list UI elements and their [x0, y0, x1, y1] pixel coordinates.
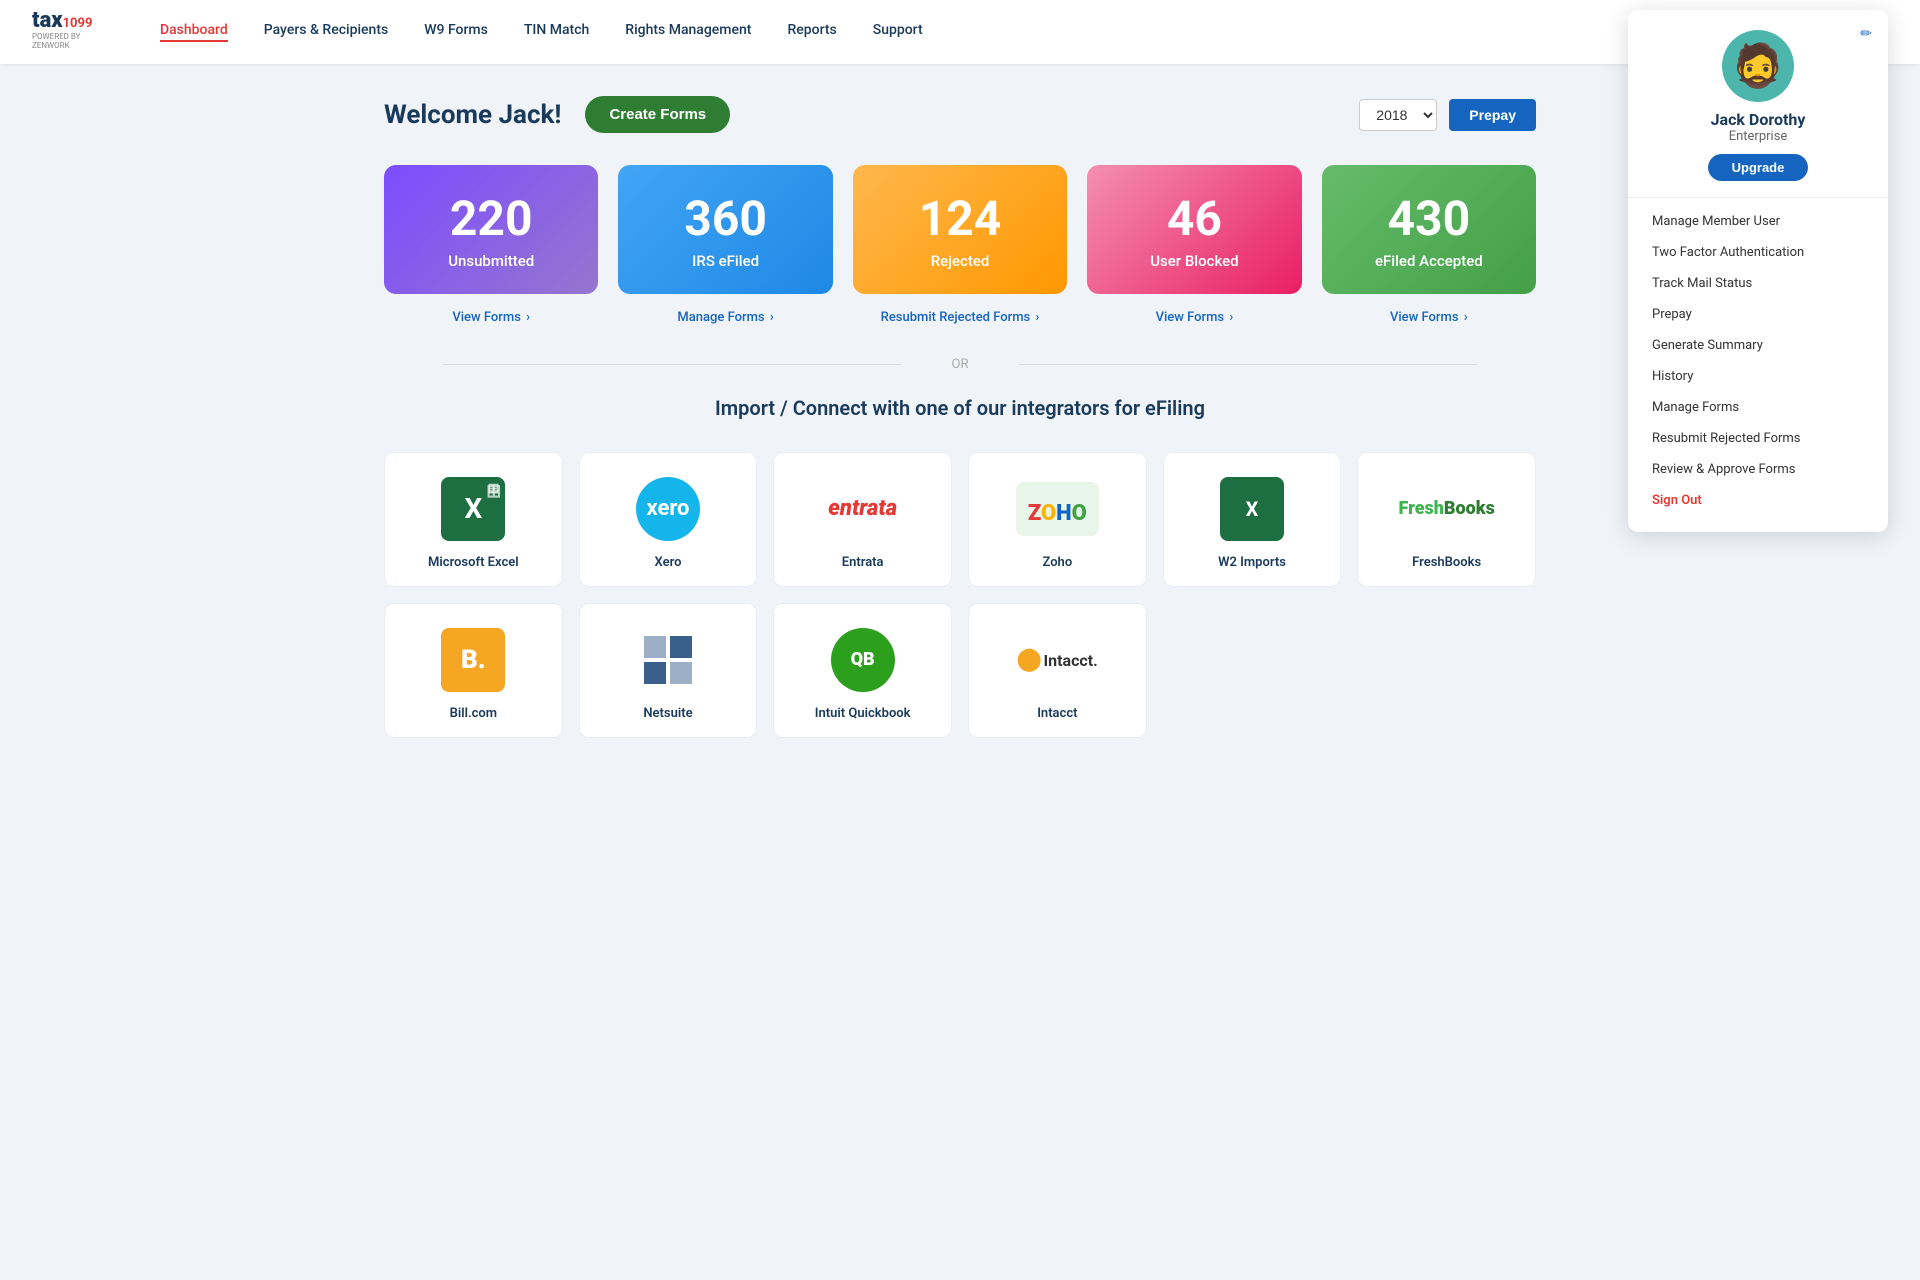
integrator-card-microsoft-excel[interactable]: X⊞ Microsoft Excel — [384, 452, 563, 587]
nav-link-tinmatch[interactable]: TIN Match — [524, 22, 589, 42]
dropdown-menu-items: Manage Member UserTwo Factor Authenticat… — [1628, 198, 1888, 516]
edit-icon[interactable]: ✏ — [1860, 26, 1872, 42]
integrator-name-freshbooks: FreshBooks — [1412, 555, 1481, 570]
stat-link-unsubmitted[interactable]: View Forms › — [384, 310, 598, 325]
logo-tax: tax — [32, 8, 63, 33]
integrator-name-billcom: Bill.com — [450, 706, 498, 721]
dropdown-user-name: Jack Dorothy — [1711, 110, 1806, 129]
upgrade-button[interactable]: Upgrade — [1708, 154, 1809, 181]
welcome-left: Welcome Jack! Create Forms — [384, 96, 730, 133]
xero-icon: xero — [636, 477, 700, 541]
stat-label-user-blocked: User Blocked — [1107, 252, 1281, 270]
stats-row: 220 Unsubmitted 360 IRS eFiled 124 Rejec… — [384, 165, 1536, 294]
integrators-row-1: X⊞ Microsoft Excel xero Xero entrata Ent… — [384, 452, 1536, 587]
netsuite-icon — [640, 628, 696, 692]
dropdown-item-history[interactable]: History — [1628, 361, 1888, 392]
integrator-card-intuit-quickbook[interactable]: QB Intuit Quickbook — [773, 603, 952, 738]
dropdown-item-prepay[interactable]: Prepay — [1628, 299, 1888, 330]
dropdown-item-review-approve[interactable]: Review & Approve Forms — [1628, 454, 1888, 485]
stat-label-irs-efiled: IRS eFiled — [638, 252, 812, 270]
integrator-card-freshbooks[interactable]: FreshBooks FreshBooks — [1357, 452, 1536, 587]
import-section-title: Import / Connect with one of our integra… — [384, 396, 1536, 420]
dropdown-item-manage-forms[interactable]: Manage Forms — [1628, 392, 1888, 423]
nav-links: Dashboard Payers & Recipients W9 Forms TIN … — [160, 22, 1848, 42]
stat-link-user-blocked[interactable]: View Forms › — [1087, 310, 1301, 325]
dropdown-item-resubmit-rejected[interactable]: Resubmit Rejected Forms — [1628, 423, 1888, 454]
integrator-name-intacct: Intacct — [1037, 706, 1077, 721]
dropdown-item-manage-member-user[interactable]: Manage Member User — [1628, 206, 1888, 237]
stat-card-rejected: 124 Rejected — [853, 165, 1067, 294]
create-forms-button[interactable]: Create Forms — [585, 96, 730, 133]
dropdown-item-generate-summary[interactable]: Generate Summary — [1628, 330, 1888, 361]
stats-links-row: View Forms › Manage Forms › Resubmit Rejec… — [384, 310, 1536, 325]
stat-card-irs-efiled: 360 IRS eFiled — [618, 165, 832, 294]
nav-link-dashboard[interactable]: Dashboard — [160, 22, 228, 42]
nav-link-support[interactable]: Support — [873, 22, 923, 42]
dropdown-user-role: Enterprise — [1729, 129, 1788, 144]
user-dropdown-menu: ✏ 🧔 Jack Dorothy Enterprise Upgrade Mana… — [1628, 10, 1888, 532]
entrata-icon: entrata — [828, 477, 897, 541]
stat-link-rejected[interactable]: Resubmit Rejected Forms › — [853, 310, 1067, 325]
stat-card-efiled-accepted: 430 eFiled Accepted — [1322, 165, 1536, 294]
logo-1099: 1099 — [63, 16, 93, 31]
integrator-name-netsuite: Netsuite — [643, 706, 692, 721]
integrator-card-xero[interactable]: xero Xero — [579, 452, 758, 587]
dropdown-item-two-factor-auth[interactable]: Two Factor Authentication — [1628, 237, 1888, 268]
stat-number-user-blocked: 46 — [1107, 193, 1281, 246]
integrator-card-entrata[interactable]: entrata Entrata — [773, 452, 952, 587]
integrator-name-microsoft-excel: Microsoft Excel — [428, 555, 519, 570]
main-content: Welcome Jack! Create Forms 2018 2017 Pre… — [360, 64, 1560, 770]
stat-label-rejected: Rejected — [873, 252, 1047, 270]
w2-icon: X — [1220, 477, 1284, 541]
nav-link-reports[interactable]: Reports — [787, 22, 836, 42]
integrators-row-2: B. Bill.com Netsuite QB Intuit Quickbook… — [384, 603, 1536, 738]
stat-number-unsubmitted: 220 — [404, 193, 578, 246]
header-right: 2018 2017 Prepay — [1359, 99, 1536, 131]
excel-icon: X⊞ — [441, 477, 505, 541]
dropdown-avatar: 🧔 — [1722, 30, 1794, 102]
nav-link-rights[interactable]: Rights Management — [625, 22, 751, 42]
year-select[interactable]: 2018 2017 — [1359, 99, 1437, 131]
logo: tax1099 POWERED BY ZENWORK — [32, 10, 112, 54]
freshbooks-icon: FreshBooks — [1398, 477, 1494, 541]
integrator-name-intuit-quickbook: Intuit Quickbook — [815, 706, 911, 721]
stat-number-rejected: 124 — [873, 193, 1047, 246]
stat-label-efiled-accepted: eFiled Accepted — [1342, 252, 1516, 270]
stat-link-efiled-accepted[interactable]: View Forms › — [1322, 310, 1536, 325]
header-row: Welcome Jack! Create Forms 2018 2017 Pre… — [384, 96, 1536, 133]
quickbooks-icon: QB — [831, 628, 895, 692]
dropdown-item-sign-out[interactable]: Sign Out — [1628, 485, 1888, 516]
integrator-card-billcom[interactable]: B. Bill.com — [384, 603, 563, 738]
stat-card-unsubmitted: 220 Unsubmitted — [384, 165, 598, 294]
or-divider: OR — [384, 357, 1536, 372]
welcome-text: Welcome Jack! — [384, 100, 561, 130]
logo-zenwork: POWERED BY ZENWORK — [32, 32, 112, 50]
billcom-icon: B. — [441, 628, 505, 692]
stat-card-user-blocked: 46 User Blocked — [1087, 165, 1301, 294]
integrator-name-w2imports: W2 Imports — [1218, 555, 1286, 570]
nav-link-payers[interactable]: Payers & Recipients — [264, 22, 388, 42]
dropdown-avatar-section: 🧔 Jack Dorothy Enterprise Upgrade — [1628, 30, 1888, 198]
integrator-name-zoho: Zoho — [1042, 555, 1072, 570]
integrator-card-zoho[interactable]: ZOHO Zoho — [968, 452, 1147, 587]
stat-link-irs-efiled[interactable]: Manage Forms › — [618, 310, 832, 325]
stat-number-efiled-accepted: 430 — [1342, 193, 1516, 246]
stat-number-irs-efiled: 360 — [638, 193, 812, 246]
zoho-icon: ZOHO — [1016, 482, 1099, 536]
stat-label-unsubmitted: Unsubmitted — [404, 252, 578, 270]
dropdown-item-track-mail-status[interactable]: Track Mail Status — [1628, 268, 1888, 299]
intacct-icon: ⬤Intacct. — [1017, 628, 1098, 692]
integrator-card-w2imports[interactable]: X W2 Imports — [1163, 452, 1342, 587]
nav-link-w9forms[interactable]: W9 Forms — [424, 22, 488, 42]
integrator-card-netsuite[interactable]: Netsuite — [579, 603, 758, 738]
dropdown-avatar-emoji: 🧔 — [1732, 42, 1784, 91]
integrator-name-entrata: Entrata — [842, 555, 884, 570]
prepay-button[interactable]: Prepay — [1449, 99, 1536, 131]
integrator-name-xero: Xero — [655, 555, 682, 570]
integrator-card-intacct[interactable]: ⬤Intacct. Intacct — [968, 603, 1147, 738]
